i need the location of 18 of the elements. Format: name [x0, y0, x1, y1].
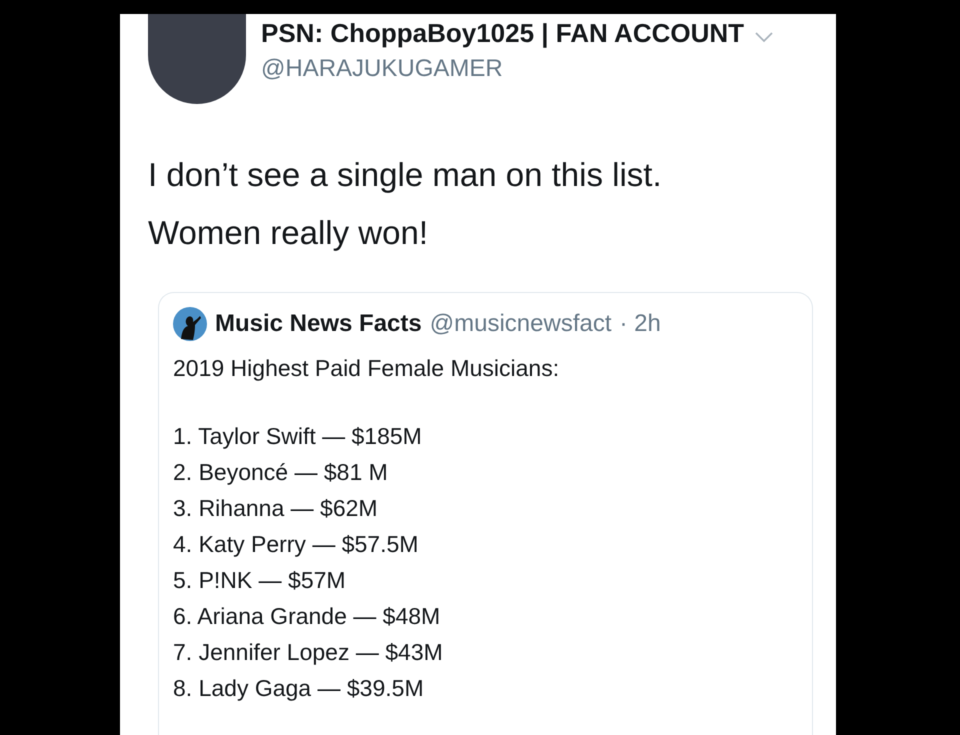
quoted-tweet-text: 2019 Highest Paid Female Musicians:: [173, 355, 560, 382]
list-item-text: 7. Jennifer Lopez — $43M: [173, 638, 444, 667]
display-name: PSN: ChoppaBoy1025 | FAN ACCOUNT: [261, 18, 744, 49]
tweet-time: · 2h: [620, 310, 661, 338]
list-item-text: 6. Ariana Grande — $48M: [173, 602, 442, 631]
tweet-text: Women really won!: [148, 213, 430, 253]
quoted-tweet-card[interactable]: [158, 292, 813, 735]
list-item-text: 2. Beyoncé — $81 M: [173, 458, 389, 487]
list-item-text: 4. Katy Perry — $57.5M: [173, 530, 420, 559]
avatar-icon: [173, 307, 207, 341]
list-item-text: 3. Rihanna — $62M: [173, 494, 379, 523]
tweet-text: I don’t see a single man on this list.: [148, 155, 663, 195]
quoted-handle: @musicnewsfact: [430, 310, 612, 338]
quoted-display-name: Music News Facts: [215, 310, 422, 338]
list-item-text: 5. P!NK — $57M: [173, 566, 347, 595]
list-item-text: 1. Taylor Swift — $185M: [173, 422, 423, 451]
user-handle: @HARAJUKUGAMER: [261, 55, 504, 83]
list-item-text: 8. Lady Gaga — $39.5M: [173, 674, 425, 703]
